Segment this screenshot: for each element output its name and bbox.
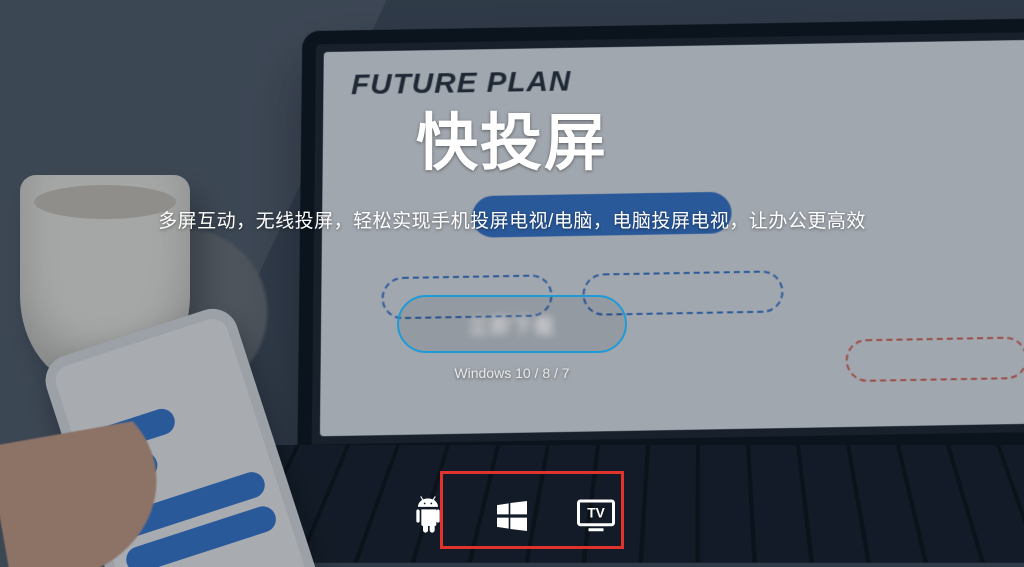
download-button-label: 立即下载 bbox=[468, 310, 556, 339]
tv-icon-label: TV bbox=[587, 505, 605, 520]
platform-icon-row: TV bbox=[407, 495, 617, 537]
hero-subtitle: 多屏互动，无线投屏，轻松实现手机投屏电视/电脑，电脑投屏电视，让办公更高效 bbox=[158, 206, 866, 233]
os-support-text: Windows 10 / 8 / 7 bbox=[454, 365, 569, 381]
hero-section: 快投屏 多屏互动，无线投屏，轻松实现手机投屏电视/电脑，电脑投屏电视，让办公更高… bbox=[0, 0, 1024, 567]
platform-android[interactable] bbox=[407, 495, 449, 537]
windows-icon bbox=[492, 496, 532, 536]
tv-icon: TV bbox=[576, 496, 616, 536]
hero-title: 快投屏 bbox=[416, 92, 608, 182]
download-button[interactable]: 立即下载 bbox=[397, 295, 627, 353]
platform-tv[interactable]: TV bbox=[575, 495, 617, 537]
platform-windows[interactable] bbox=[491, 495, 533, 537]
android-icon bbox=[408, 496, 448, 536]
